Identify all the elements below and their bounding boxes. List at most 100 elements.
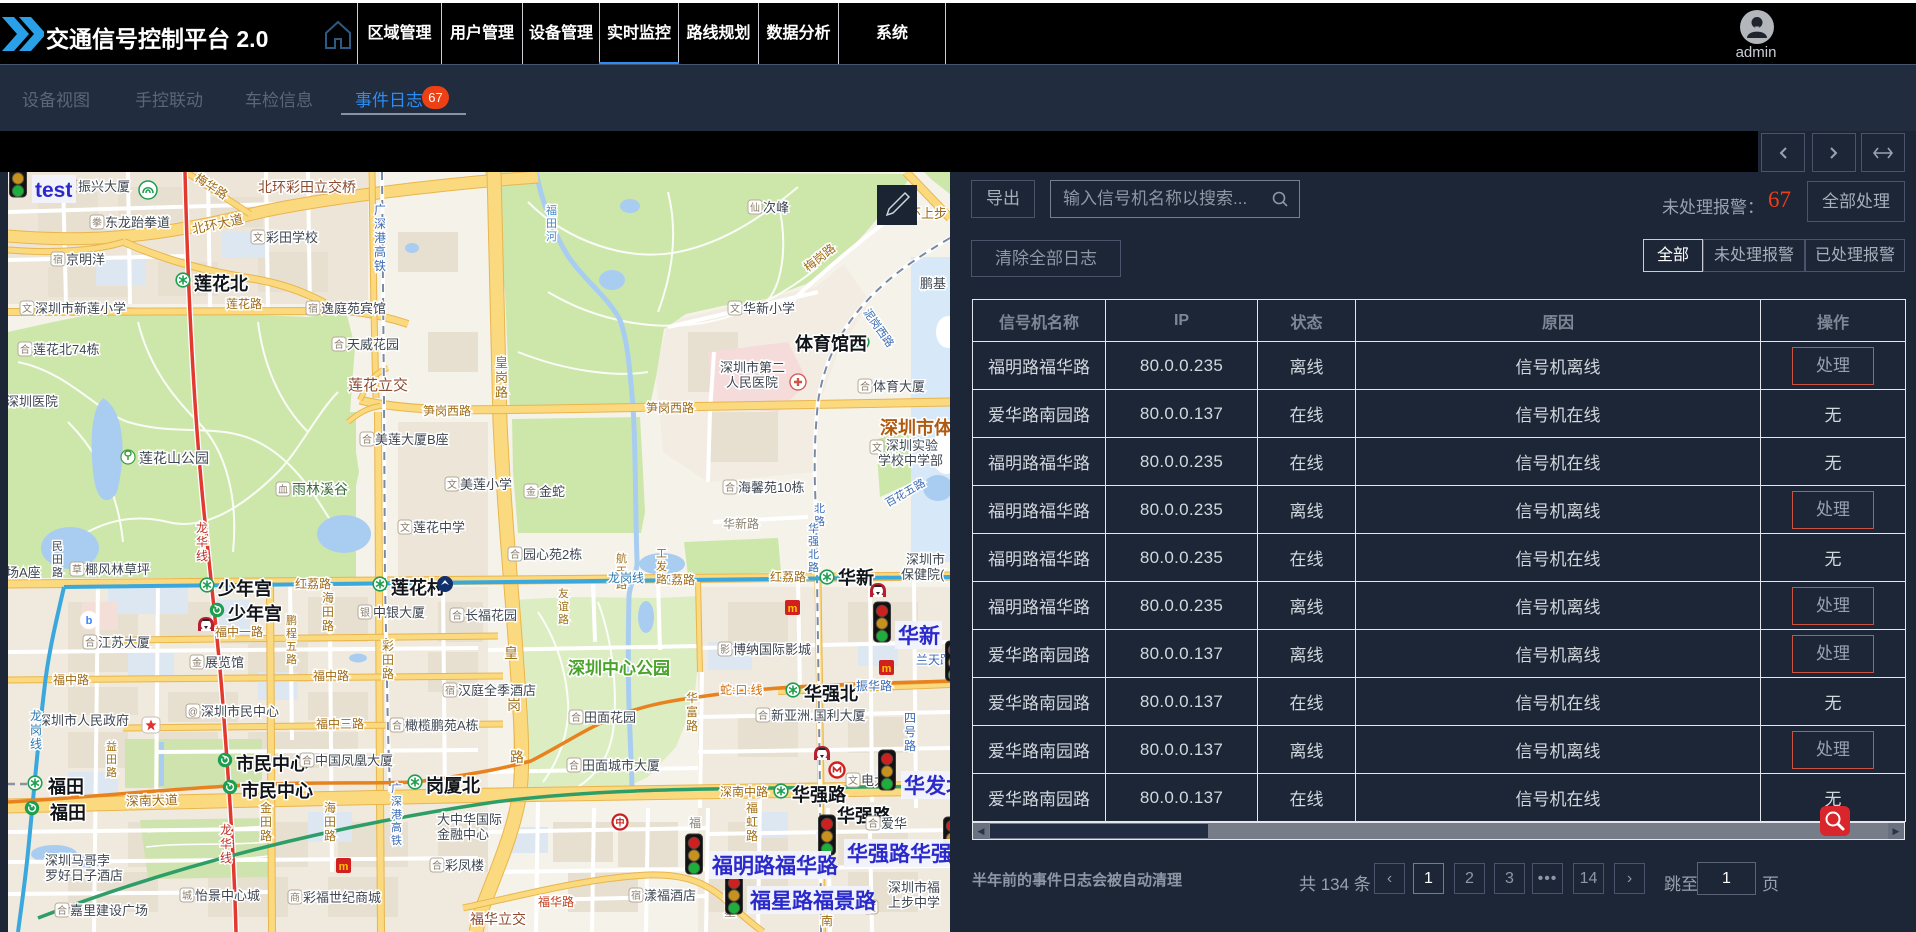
svg-text:华: 华	[220, 837, 232, 851]
svg-text:合: 合	[571, 711, 581, 724]
svg-text:华新路: 华新路	[723, 516, 759, 531]
svg-text:华新: 华新	[838, 567, 874, 588]
svg-text:福明路福华路: 福明路福华路	[711, 854, 839, 878]
svg-text:海馨苑10栋: 海馨苑10栋	[738, 480, 804, 495]
svg-text:华新: 华新	[898, 624, 940, 648]
svg-text:线: 线	[220, 851, 232, 865]
svg-text:笋岗西路: 笋岗西路	[423, 403, 471, 418]
svg-text:北: 北	[808, 548, 819, 561]
svg-text:商: 商	[290, 891, 300, 904]
svg-text:市民中心: 市民中心	[236, 753, 308, 774]
svg-text:红荔路: 红荔路	[770, 569, 806, 584]
svg-text:莲花路: 莲花路	[226, 296, 262, 311]
svg-text:美莲小学: 美莲小学	[460, 477, 512, 492]
svg-text:金: 金	[192, 656, 202, 669]
svg-text:上步中学: 上步中学	[888, 895, 940, 910]
svg-text:福华路: 福华路	[538, 894, 574, 909]
svg-text:园心苑2栋: 园心苑2栋	[523, 547, 582, 562]
svg-text:深圳市新莲小学: 深圳市新莲小学	[35, 301, 126, 316]
svg-text:高: 高	[391, 820, 402, 834]
svg-text:合: 合	[758, 709, 768, 722]
svg-text:福中路: 福中路	[53, 672, 89, 687]
svg-text:学校中学部: 学校中学部	[878, 453, 943, 468]
svg-text:益: 益	[106, 739, 117, 753]
svg-text:高: 高	[374, 244, 386, 259]
svg-text:华: 华	[196, 535, 208, 549]
svg-text:金融中心: 金融中心	[437, 827, 489, 842]
svg-text:振华路: 振华路	[856, 678, 892, 693]
svg-text:合: 合	[334, 338, 344, 351]
svg-text:工: 工	[656, 548, 667, 560]
svg-text:文: 文	[730, 302, 740, 315]
svg-text:蛇:口:线: 蛇:口:线	[720, 682, 763, 697]
svg-text:场A座: 场A座	[8, 565, 41, 580]
svg-text:文: 文	[400, 521, 410, 534]
svg-text:新亚洲.国利大厦: 新亚洲.国利大厦	[771, 708, 866, 723]
svg-text:红荔路: 红荔路	[295, 576, 331, 591]
svg-text:合: 合	[362, 433, 372, 446]
svg-text:爱华: 爱华	[881, 816, 907, 831]
svg-text:华: 华	[808, 521, 819, 535]
svg-text:路: 路	[746, 828, 758, 843]
svg-text:少年宫: 少年宫	[227, 603, 282, 624]
svg-text:北环彩田立交桥: 北环彩田立交桥	[258, 179, 356, 195]
svg-text:路: 路	[322, 618, 334, 633]
svg-text:美莲大厦B座: 美莲大厦B座	[375, 432, 449, 447]
svg-text:岗: 岗	[30, 723, 42, 737]
svg-text:合: 合	[20, 343, 30, 356]
svg-text:宿: 宿	[53, 253, 63, 266]
svg-text:深圳市人民政府: 深圳市人民政府	[38, 713, 129, 728]
svg-text:合: 合	[85, 636, 95, 649]
svg-text:路: 路	[495, 385, 508, 400]
svg-text:合: 合	[569, 759, 579, 772]
svg-text:皇: 皇	[495, 355, 508, 370]
svg-text:田: 田	[546, 218, 557, 230]
svg-text:合: 合	[868, 817, 878, 830]
svg-text:影: 影	[720, 644, 730, 656]
svg-text:航: 航	[616, 551, 627, 565]
svg-text:路: 路	[808, 561, 819, 574]
svg-text:合: 合	[432, 859, 442, 872]
svg-text:合: 合	[860, 380, 870, 393]
svg-text:田: 田	[52, 554, 63, 566]
svg-text:少年宫: 少年宫	[217, 578, 272, 599]
svg-text:四: 四	[904, 711, 916, 725]
svg-text:华发北: 华发北	[904, 774, 950, 798]
svg-text:中: 中	[615, 817, 624, 828]
svg-text:五: 五	[286, 641, 297, 653]
svg-text:嘉里建设广场: 嘉里建设广场	[70, 903, 148, 918]
svg-text:龙: 龙	[196, 521, 208, 535]
svg-text:逸庭苑宾馆: 逸庭苑宾馆	[321, 301, 386, 316]
svg-text:福中路: 福中路	[313, 668, 349, 683]
svg-text:路: 路	[510, 749, 524, 765]
svg-text:深圳医院: 深圳医院	[8, 394, 58, 409]
svg-text:彩凤楼: 彩凤楼	[445, 858, 484, 873]
svg-text:深南中路: 深南中路	[720, 784, 768, 799]
svg-text:合: 合	[302, 754, 312, 767]
svg-text:人民医院: 人民医院	[726, 375, 778, 390]
svg-text:路: 路	[324, 828, 336, 843]
svg-text:金: 金	[260, 800, 272, 815]
svg-text:b: b	[86, 615, 93, 627]
svg-text:海: 海	[322, 590, 334, 605]
svg-text:中银大厦: 中银大厦	[373, 605, 425, 620]
svg-text:宿: 宿	[631, 889, 641, 902]
svg-text:港: 港	[391, 808, 402, 821]
svg-text:福中三路: 福中三路	[316, 716, 364, 731]
svg-text:号: 号	[904, 725, 916, 739]
svg-text:怡景中心城: 怡景中心城	[195, 888, 260, 903]
svg-text:博纳国际影城: 博纳国际影城	[733, 642, 811, 657]
svg-text:m: m	[788, 603, 798, 615]
svg-text:鹏: 鹏	[286, 614, 297, 627]
svg-text:田: 田	[324, 815, 336, 829]
svg-text:莲花北: 莲花北	[194, 273, 248, 294]
svg-text:深圳实验: 深圳实验	[886, 438, 938, 453]
svg-text:体育大厦: 体育大厦	[873, 379, 925, 394]
svg-text:路: 路	[52, 566, 63, 579]
svg-text:文: 文	[848, 774, 858, 787]
svg-text:龙: 龙	[220, 823, 232, 837]
svg-text:中国凤凰大厦: 中国凤凰大厦	[315, 753, 393, 768]
svg-text:保健院(: 保健院(	[901, 567, 945, 582]
svg-text:京明洋: 京明洋	[66, 252, 105, 267]
svg-text:深南大道: 深南大道	[126, 792, 179, 809]
